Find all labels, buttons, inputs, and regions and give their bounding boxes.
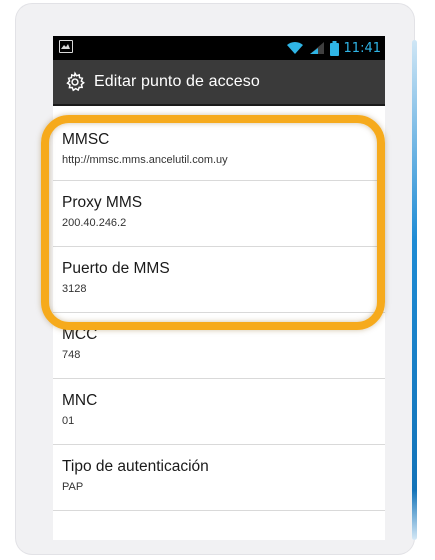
setting-title: Proxy MMS (62, 194, 143, 211)
setting-title: MCC (62, 326, 98, 343)
page-title: Editar punto de acceso (94, 73, 260, 90)
setting-title: Puerto de MMS (62, 260, 170, 277)
setting-value: 01 (62, 415, 75, 427)
status-icons: 11:41 (286, 38, 381, 58)
setting-value: http://mmsc.mms.ancelutil.com.uy (62, 154, 228, 166)
wifi-icon (286, 41, 303, 54)
image-notification-icon (59, 40, 73, 53)
setting-title: Tipo de autenticación (62, 458, 209, 475)
setting-mms-port[interactable]: Puerto de MMS 3128 (53, 247, 385, 313)
setting-value: 748 (62, 349, 81, 361)
setting-value: PAP (62, 481, 84, 493)
gear-icon[interactable] (64, 71, 86, 93)
setting-proxy-mms[interactable]: Proxy MMS 200.40.246.2 (53, 181, 385, 247)
status-time: 11:41 (343, 40, 381, 56)
status-bar: 11:41 (53, 36, 385, 60)
setting-mcc[interactable]: MCC 748 (53, 313, 385, 379)
setting-auth-type[interactable]: Tipo de autenticación PAP (53, 445, 385, 511)
setting-title: MNC (62, 392, 98, 409)
signal-icon (309, 42, 324, 54)
setting-title: MMSC (62, 131, 110, 148)
setting-mmsc[interactable]: MMSC http://mmsc.mms.ancelutil.com.uy (53, 106, 385, 181)
setting-value: 3128 (62, 283, 87, 295)
phone-screen: 11:41 Editar punto de acceso MMSC http:/… (53, 36, 385, 540)
setting-value: 200.40.246.2 (62, 217, 127, 229)
setting-mnc[interactable]: MNC 01 (53, 379, 385, 445)
action-bar: Editar punto de acceso (53, 60, 385, 106)
battery-icon (329, 40, 339, 56)
card-edge-accent (412, 40, 417, 540)
settings-list: MMSC http://mmsc.mms.ancelutil.com.uy Pr… (53, 106, 385, 511)
